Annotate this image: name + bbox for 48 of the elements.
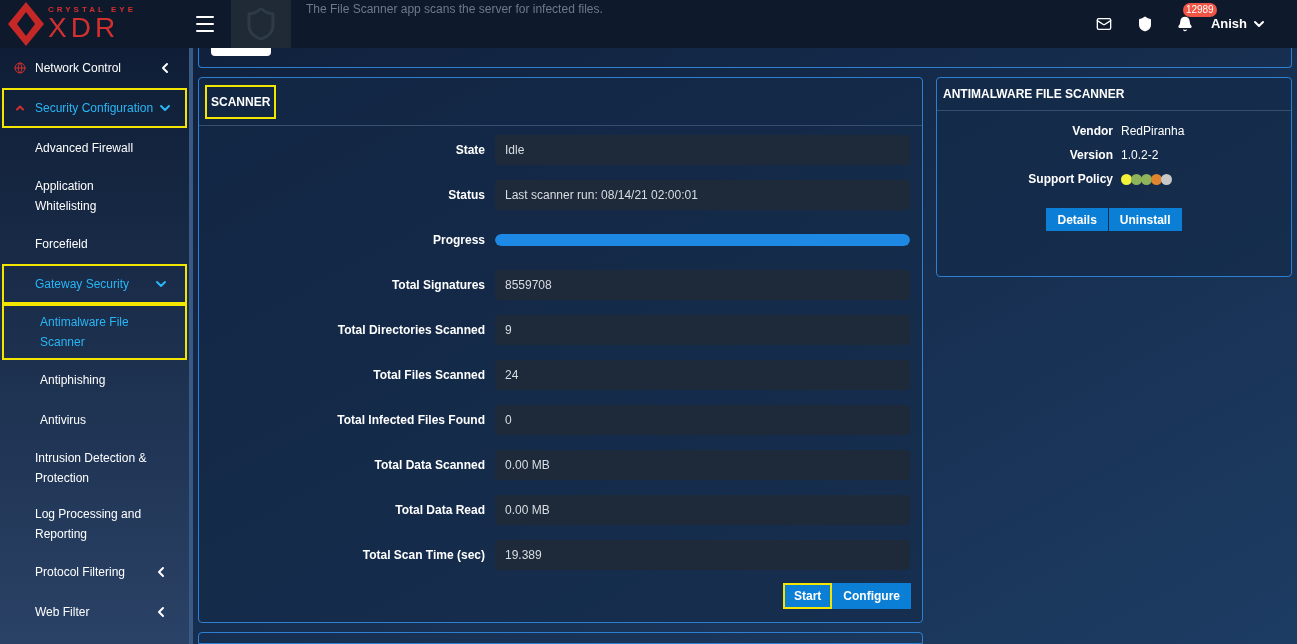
sidebar-item[interactable]: Intrusion Detection & Protection (2, 440, 187, 496)
field-value: 9 (495, 315, 910, 345)
field-value: 0 (495, 405, 910, 435)
sidebar-item[interactable]: Log Processing and Reporting (2, 496, 187, 552)
logo-title: XDR (48, 14, 121, 42)
field-label: State (454, 142, 486, 159)
info-label: Vendor (1071, 123, 1113, 140)
field-value: Idle (495, 135, 910, 165)
sidebar-item[interactable]: Protocol Filtering (2, 552, 187, 592)
uninstall-button[interactable]: Uninstall (1108, 208, 1182, 231)
sidebar-item[interactable]: Antiphishing (2, 360, 187, 400)
logo-subtitle: CRYSTAL EYE (48, 6, 136, 14)
sidebar-item[interactable]: Application Whitelisting (2, 168, 187, 224)
sidebar-item[interactable]: Advanced Firewall (2, 128, 187, 168)
start-button[interactable]: Start (783, 583, 833, 609)
configure-button[interactable]: Configure (832, 583, 911, 609)
sidebar-item[interactable]: Antimalware File Scanner (2, 304, 187, 360)
field-label: Total Scan Time (sec) (361, 547, 486, 564)
field-label: Total Infected Files Found (336, 412, 486, 429)
sidebar-item[interactable]: Web Filter (2, 592, 187, 632)
field-value: 0.00 MB (495, 450, 910, 480)
sidebar-item[interactable]: Network Control (2, 48, 187, 88)
notification-badge: 12989 (1182, 3, 1217, 17)
field-label: Total Signatures (390, 277, 486, 294)
user-menu[interactable]: Anish (1210, 14, 1267, 34)
field-label: Total Directories Scanned (336, 322, 486, 339)
field-label: Total Data Scanned (373, 457, 486, 474)
details-button[interactable]: Details (1046, 208, 1108, 231)
field-label: Total Files Scanned (372, 367, 486, 384)
info-value: RedPiranha (1121, 123, 1186, 140)
field-value: 19.389 (495, 540, 910, 570)
info-label: Support Policy (1027, 171, 1113, 188)
field-label: Total Data Read (394, 502, 486, 519)
card-title: SCANNER (205, 84, 277, 119)
field-value: 24 (495, 360, 910, 390)
field-value: 0.00 MB (495, 495, 910, 525)
sidebar-item[interactable]: Gateway Security (2, 264, 187, 304)
sidebar-item[interactable]: Security Configuration (2, 88, 187, 128)
info-value: 1.0.2-2 (1121, 147, 1160, 164)
field-value: Last scanner run: 08/14/21 02:00:01 (495, 180, 910, 210)
sidebar-item[interactable]: Forcefield (2, 224, 187, 264)
app-description: The File Scanner app scans the server for infected files. (306, 1, 603, 18)
sidebar-item[interactable]: Antivirus (2, 400, 187, 440)
card-title: ANTIMALWARE FILE SCANNER (943, 86, 1125, 103)
field-value: 8559708 (495, 270, 910, 300)
field-label: Progress (431, 232, 486, 249)
field-label: Status (447, 187, 486, 204)
info-label: Version (1068, 147, 1113, 164)
